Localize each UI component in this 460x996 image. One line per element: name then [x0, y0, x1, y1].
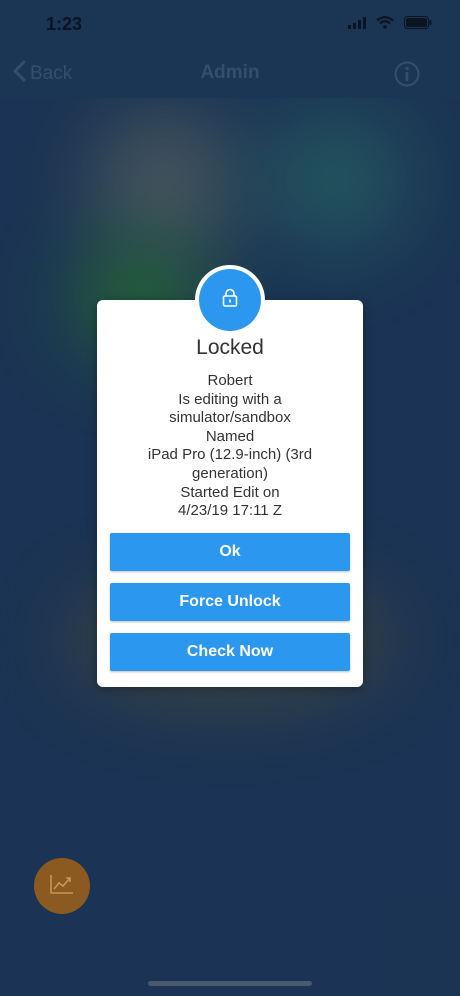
dialog-title: Locked: [196, 336, 264, 359]
dialog-message: Robert Is editing with a simulator/sandb…: [113, 372, 347, 521]
info-button[interactable]: [394, 61, 420, 92]
status-bar: 1:23: [0, 0, 460, 48]
screen: 1:23 Back Admin Locked Robert Is editing…: [0, 0, 460, 996]
locked-dialog: Locked Robert Is editing with a simulato…: [97, 300, 363, 687]
lock-badge-circle: [199, 269, 261, 331]
chart-fab-button[interactable]: [34, 858, 90, 914]
ok-button[interactable]: Ok: [110, 533, 350, 571]
message-line: generation): [192, 464, 268, 482]
message-line: Is editing with a: [178, 390, 282, 408]
message-line: Named: [205, 427, 255, 445]
status-icons: [348, 16, 432, 34]
message-line: Robert: [207, 372, 253, 389]
page-title: Admin: [200, 62, 260, 83]
message-line: iPad Pro (12.9-inch) (3rd: [147, 446, 313, 464]
navigation-bar: Back Admin: [0, 48, 460, 98]
signal-icon: [348, 16, 366, 34]
check-now-button[interactable]: Check Now: [110, 633, 350, 671]
info-icon: [394, 61, 420, 91]
chart-trend-icon: [49, 873, 75, 900]
wifi-icon: [376, 16, 394, 34]
message-line: Started Edit on: [180, 483, 280, 501]
lock-icon: [221, 288, 239, 313]
battery-icon: [404, 16, 432, 34]
message-line: simulator/sandbox: [169, 409, 291, 427]
force-unlock-button[interactable]: Force Unlock: [110, 583, 350, 621]
lock-badge: [195, 265, 265, 335]
status-time: 1:23: [46, 14, 83, 34]
home-indicator[interactable]: [148, 981, 312, 986]
message-line: 4/23/19 17:11 Z: [178, 502, 282, 520]
